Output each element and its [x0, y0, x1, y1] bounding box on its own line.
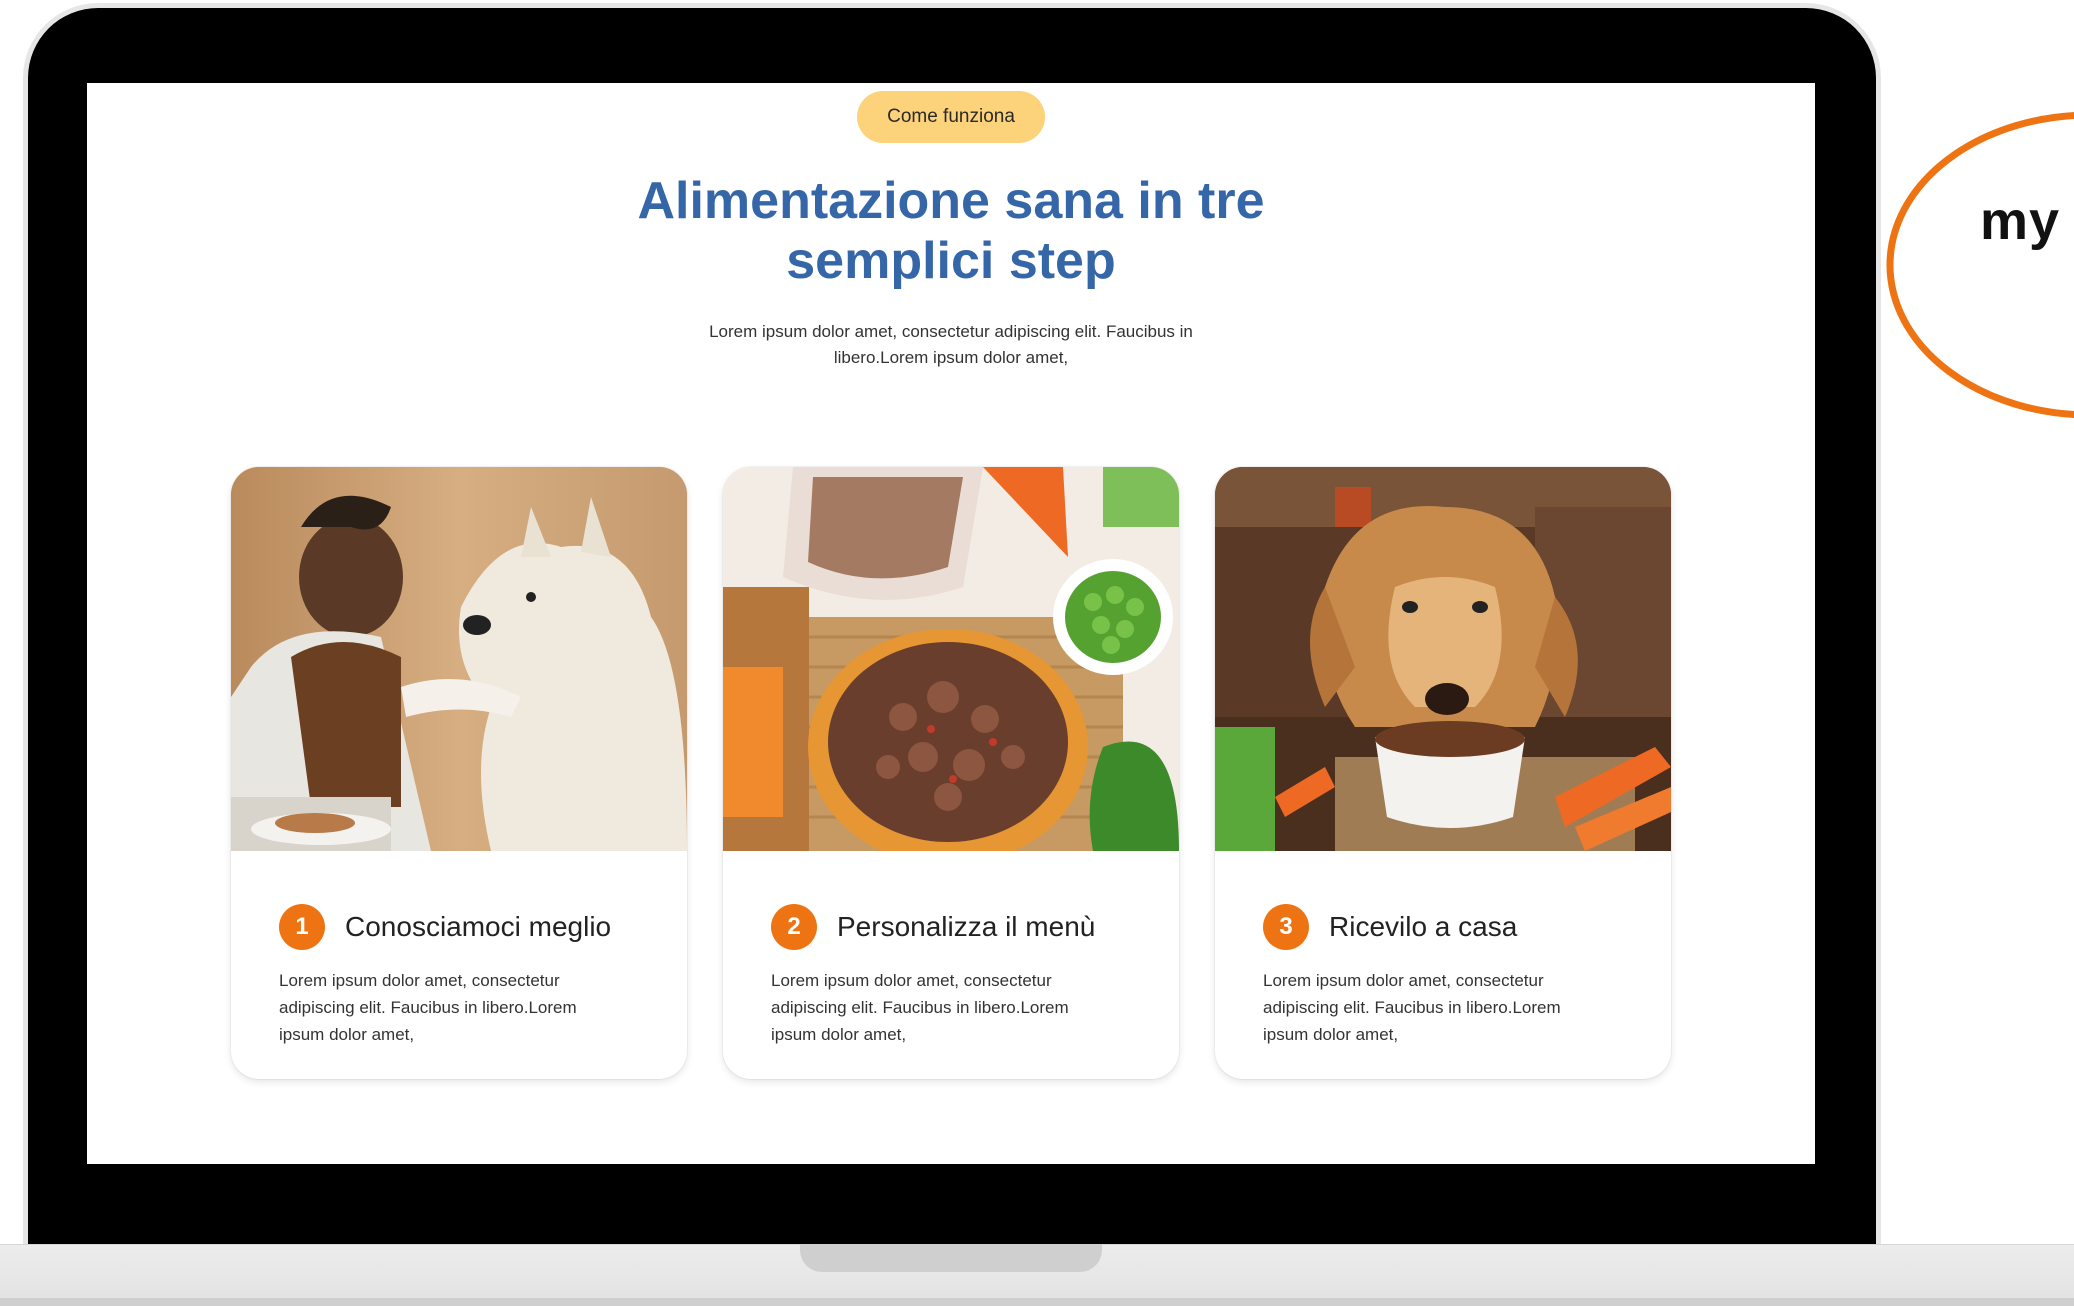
step-card-3: 3 Ricevilo a casa Lorem ipsum dolor amet… — [1215, 467, 1671, 1079]
step-description-3-line2: adipiscing elit. Faucibus in libero.Lore… — [1263, 998, 1561, 1017]
man-with-dog-photo — [231, 467, 687, 851]
step-heading-3: 3 Ricevilo a casa — [1263, 903, 1517, 951]
step-number-1: 1 — [279, 904, 325, 950]
section-title-line2: semplici step — [786, 232, 1116, 290]
step-number-3: 3 — [1263, 904, 1309, 950]
laptop-screen: Come funziona Alimentazione sana in tre … — [87, 83, 1815, 1164]
dog-eating-photo — [1215, 467, 1671, 851]
step-description-3-line1: Lorem ipsum dolor amet, consectetur — [1263, 971, 1544, 990]
brand-logo-text: my — [1980, 191, 2061, 251]
step-title-2: Personalizza il menù — [837, 911, 1096, 942]
step-description-2: Lorem ipsum dolor amet, consectetur adip… — [771, 967, 1151, 1048]
step-description-2-line2: adipiscing elit. Faucibus in libero.Lore… — [771, 998, 1069, 1017]
step-description-1-line1: Lorem ipsum dolor amet, consectetur — [279, 971, 560, 990]
step-description-3: Lorem ipsum dolor amet, consectetur adip… — [1263, 967, 1643, 1048]
step-title-3: Ricevilo a casa — [1329, 911, 1518, 942]
section-badge: Come funziona — [857, 91, 1045, 143]
section-title: Alimentazione sana in tre semplici step — [501, 171, 1401, 291]
step-heading-2: 2 Personalizza il menù — [771, 903, 1095, 951]
section-subtitle-line1: Lorem ipsum dolor amet, consectetur adip… — [709, 322, 1193, 341]
step-heading-1: 1 Conosciamoci meglio — [279, 903, 611, 951]
step-description-3-line3: ipsum dolor amet, — [1263, 1025, 1399, 1044]
section-subtitle-line2: libero.Lorem ipsum dolor amet, — [833, 348, 1069, 367]
step-description-2-line3: ipsum dolor amet, — [771, 1025, 907, 1044]
step-description-1: Lorem ipsum dolor amet, consectetur adip… — [279, 967, 659, 1048]
section-title-line1: Alimentazione sana in tre — [637, 172, 1265, 230]
section-subtitle: Lorem ipsum dolor amet, consectetur adip… — [651, 319, 1251, 371]
step-number-2: 2 — [771, 904, 817, 950]
step-description-2-line1: Lorem ipsum dolor amet, consectetur — [771, 971, 1052, 990]
step-description-1-line3: ipsum dolor amet, — [279, 1025, 415, 1044]
laptop-notch — [800, 1244, 1102, 1272]
laptop-base-shadow — [0, 1298, 2074, 1306]
mockup-canvas: Come funziona Alimentazione sana in tre … — [0, 0, 2074, 1306]
step-description-1-line2: adipiscing elit. Faucibus in libero.Lore… — [279, 998, 577, 1017]
step-card-1: 1 Conosciamoci meglio Lorem ipsum dolor … — [231, 467, 687, 1079]
step-card-2: 2 Personalizza il menù Lorem ipsum dolor… — [723, 467, 1179, 1079]
brand-logo-ellipse — [1880, 90, 2074, 450]
dog-food-bowl-photo — [723, 467, 1179, 851]
step-title-1: Conosciamoci meglio — [345, 911, 612, 942]
